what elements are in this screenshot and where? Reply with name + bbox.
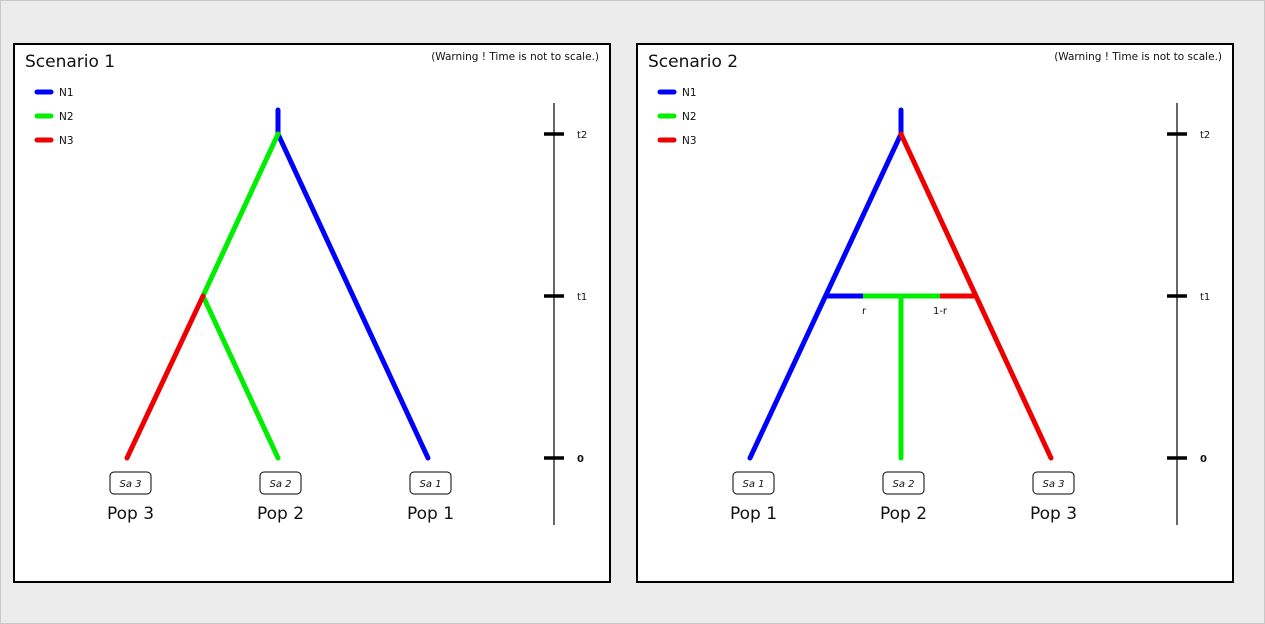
legend-label-n1: N1 — [682, 87, 697, 99]
ancestral-branch-n2 — [200, 131, 281, 299]
legend-label-n2: N2 — [682, 111, 697, 123]
scenario-2-panel: Scenario 2 (Warning ! Time is not to sca… — [636, 43, 1234, 583]
scenario-title: Scenario 1 — [25, 52, 115, 72]
scale-warning: (Warning ! Time is not to scale.) — [1054, 51, 1222, 63]
legend: N1 N2 N3 — [657, 87, 697, 147]
time-label-0: 0 — [577, 454, 584, 465]
population-label: Pop 3 — [107, 504, 154, 524]
time-axis: t2 t1 0 — [544, 103, 587, 525]
legend-label-n3: N3 — [59, 135, 74, 147]
time-label-0: 0 — [1200, 454, 1207, 465]
legend-label-n2: N2 — [59, 111, 74, 123]
legend-label-n3: N3 — [682, 135, 697, 147]
population-label: Pop 1 — [730, 504, 777, 524]
samples: Sa 1 Pop 1 Sa 2 Pop 2 Sa 3 Pop 3 — [730, 471, 1077, 524]
legend: N1 N2 N3 — [34, 87, 74, 147]
population-tree — [124, 107, 431, 461]
population-label: Pop 3 — [1030, 504, 1077, 524]
scenario-1-diagram: Scenario 1 (Warning ! Time is not to sca… — [25, 51, 599, 525]
scale-warning: (Warning ! Time is not to scale.) — [431, 51, 599, 63]
time-axis: t2 t1 0 — [1167, 103, 1210, 525]
sample-label: Sa 2 — [269, 479, 291, 490]
time-label-t2: t2 — [1200, 130, 1210, 141]
scenario-title: Scenario 2 — [648, 52, 738, 72]
time-label-t2: t2 — [577, 130, 587, 141]
population-label: Pop 2 — [257, 504, 304, 524]
scenario-1-panel: Scenario 1 (Warning ! Time is not to sca… — [13, 43, 611, 583]
sample-label: Sa 1 — [742, 479, 764, 490]
pop1-branch-n1 — [275, 131, 431, 461]
time-label-t1: t1 — [577, 292, 587, 303]
legend-label-n1: N1 — [59, 87, 74, 99]
admixture-rate-label: r — [862, 306, 867, 317]
sample-label: Sa 2 — [892, 479, 914, 490]
sample-label: Sa 3 — [1042, 479, 1064, 490]
population-label: Pop 2 — [880, 504, 927, 524]
sample-label: Sa 3 — [119, 479, 141, 490]
admixture-complement-label: 1-r — [933, 306, 948, 317]
pop2-branch-n2 — [200, 293, 281, 461]
time-label-t1: t1 — [1200, 292, 1210, 303]
admixture-tree — [747, 107, 1054, 461]
population-label: Pop 1 — [407, 504, 454, 524]
sample-label: Sa 1 — [419, 479, 441, 490]
samples: Sa 3 Pop 3 Sa 2 Pop 2 Sa 1 Pop 1 — [107, 471, 454, 524]
pop3-branch-n3 — [124, 293, 206, 461]
scenario-2-diagram: Scenario 2 (Warning ! Time is not to sca… — [648, 51, 1222, 525]
